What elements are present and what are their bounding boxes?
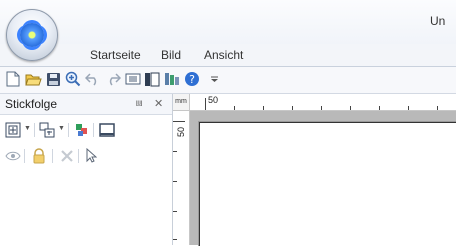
lock-icon[interactable] [30,147,48,165]
help-icon[interactable]: ? [183,70,201,88]
delete-icon[interactable] [58,147,76,165]
tab-startseite[interactable]: Startseite [90,48,141,62]
ruler-tick [350,106,351,110]
quick-access-toolbar: ? [0,67,456,94]
toolbar-divider [24,149,25,163]
group-objects-icon[interactable] [38,121,56,139]
ruler-tick [234,106,235,110]
design-canvas[interactable]: mm 50 50 [173,94,456,246]
stickfolge-panel: Stickfolge ⩏ ✕ ▼ ▼ [0,94,173,245]
vertical-ruler: 50 [173,111,190,245]
ruler-left-label: 50 [176,126,186,137]
embroidery-hoop-page[interactable] [199,122,456,246]
chevron-down-icon[interactable]: ▼ [58,125,65,132]
ruler-tick [321,106,322,110]
toolbar-divider [93,123,94,137]
new-file-icon[interactable] [4,70,22,88]
pin-icon[interactable]: ⩏ [136,97,142,110]
horizontal-ruler: 50 [190,94,456,111]
ruler-tick [292,106,293,110]
ruler-top-label: 50 [208,95,219,105]
ruler-tick [408,106,409,110]
ruler-tick [173,239,177,240]
tab-ansicht[interactable]: Ansicht [204,48,243,62]
ruler-tick [173,121,185,122]
window-title: Un [430,14,446,28]
toolbar-divider [34,123,35,137]
frame-view-icon[interactable] [98,121,116,139]
title-bar: Un [0,0,456,61]
ruler-tick [205,98,206,110]
split-view-icon[interactable] [143,70,161,88]
svg-text:?: ? [189,73,195,86]
toolbar-divider [78,149,79,163]
chevron-down-icon[interactable]: ▼ [24,125,31,132]
select-frame-icon[interactable] [4,121,22,139]
app-flower-icon [20,23,44,47]
open-folder-icon[interactable] [24,70,42,88]
tab-bild[interactable]: Bild [161,48,181,62]
undo-icon[interactable] [84,70,102,88]
panel-toolbar-row-1: ▼ ▼ [0,118,172,142]
toolbar-divider [52,149,53,163]
ruler-unit-label: mm [173,94,190,111]
panel-title: Stickfolge [5,97,58,111]
ruler-tick [173,181,177,182]
ruler-tick [263,106,264,110]
ribbon-tab-bar: Startseite Bild Ansicht [0,44,456,67]
application-menu-button[interactable] [6,9,58,61]
list-view-icon[interactable] [124,70,142,88]
ruler-tick [173,151,177,152]
close-icon[interactable]: ✕ [154,97,163,110]
redo-icon[interactable] [104,70,122,88]
eye-icon[interactable] [4,147,22,165]
color-palette-icon[interactable] [163,70,181,88]
colors-icon[interactable] [73,121,91,139]
ruler-tick [173,211,177,212]
panel-toolbar-row-2 [0,144,172,168]
ruler-tick [437,106,438,110]
save-icon[interactable] [44,70,62,88]
cursor-icon[interactable] [82,147,100,165]
customize-dropdown-icon[interactable] [205,70,223,88]
panel-header: Stickfolge ⩏ ✕ [0,94,172,115]
toolbar-divider [68,123,69,137]
zoom-in-icon[interactable] [64,70,82,88]
ruler-tick [379,106,380,110]
